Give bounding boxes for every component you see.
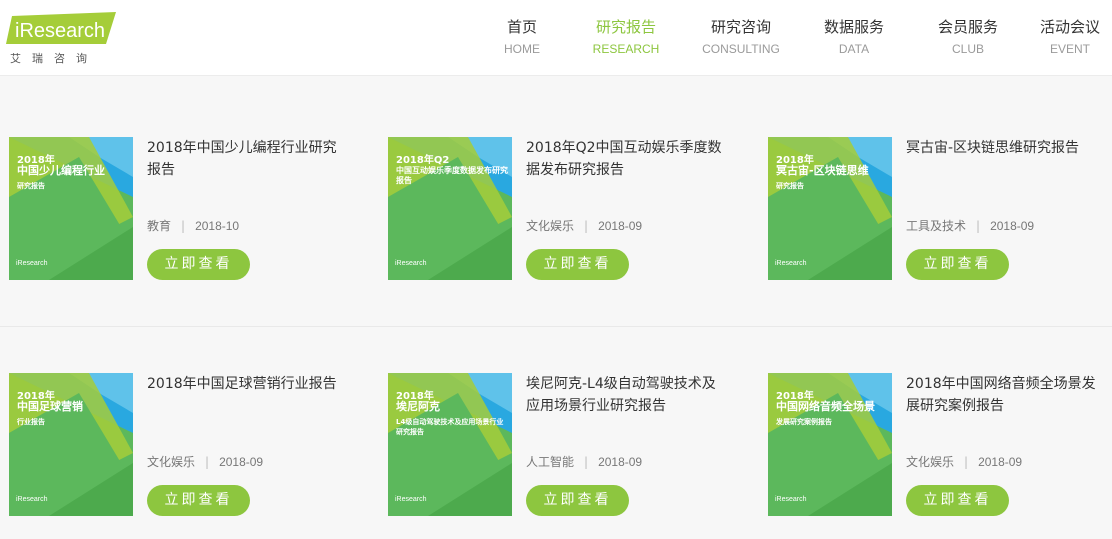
report-category: 教育 — [147, 219, 172, 233]
nav-event[interactable]: 活动会议 EVENT — [1030, 17, 1110, 57]
nav-data-label: 数据服务 — [823, 18, 884, 36]
cover-title: 中国少儿编程行业 — [17, 164, 105, 177]
report-date: 2018-09 — [598, 219, 643, 233]
nav-club[interactable]: 会员服务 CLUB — [928, 17, 1008, 57]
report-category: 文化娱乐 — [526, 219, 575, 233]
view-report-button[interactable]: 立即查看 — [147, 485, 250, 516]
report-meta: 文化娱乐 | 2018-09 — [526, 217, 642, 234]
nav-data[interactable]: 数据服务 DATA — [814, 17, 894, 57]
nav-research-label: 研究报告 — [595, 18, 656, 36]
report-card: 2018年 中国网络音频全场景 发展研究案例报告 iResearch 2018年… — [768, 373, 1112, 518]
nav-consulting[interactable]: 研究咨询 CONSULTING — [696, 17, 786, 57]
row-divider — [0, 326, 1112, 327]
nav-home-label: 首页 — [506, 18, 537, 36]
cover-subtitle: 研究报告 — [776, 182, 804, 190]
view-report-button[interactable]: 立即查看 — [526, 249, 629, 280]
cover-subtitle: 行业报告 — [17, 418, 45, 426]
cover-title: 冥古宙-区块链思维 — [776, 164, 869, 177]
report-date: 2018-09 — [978, 455, 1023, 469]
nav-event-label: 活动会议 — [1039, 18, 1100, 36]
meta-separator: | — [205, 455, 210, 469]
report-meta: 人工智能 | 2018-09 — [526, 453, 642, 470]
report-meta: 工具及技术 | 2018-09 — [906, 217, 1034, 234]
meta-separator: | — [584, 455, 589, 469]
report-date: 2018-10 — [195, 219, 240, 233]
report-cover[interactable]: 2018年 中国足球营销 行业报告 iResearch — [9, 373, 133, 516]
nav-event-sub: EVENT — [1049, 42, 1090, 56]
nav-home-sub: HOME — [504, 42, 540, 56]
view-report-button[interactable]: 立即查看 — [906, 249, 1009, 280]
nav-home[interactable]: 首页 HOME — [492, 17, 552, 57]
cover-brand: iResearch — [395, 496, 427, 503]
cover-subtitle: 中国互动娱乐季度数据发布研究报告 — [396, 166, 508, 185]
nav-consulting-label: 研究咨询 — [710, 18, 771, 36]
report-info: 2018年中国足球营销行业报告 文化娱乐 | 2018-09 立即查看 — [147, 373, 347, 518]
report-title-link[interactable]: 冥古宙-区块链思维研究报告 — [906, 137, 1102, 159]
logo-text: iResearch — [15, 20, 106, 42]
report-card: 2018年 冥古宙-区块链思维 研究报告 iResearch 冥古宙-区块链思维… — [768, 137, 1112, 282]
cover-brand: iResearch — [775, 496, 807, 503]
report-cover[interactable]: 2018年 埃尼阿克 L4级自动驾驶技术及应用场景行业研究报告 iResearc… — [388, 373, 512, 516]
report-info: 2018年Q2中国互动娱乐季度数据发布研究报告 文化娱乐 | 2018-09 立即查… — [526, 137, 726, 282]
report-title-link[interactable]: 2018年中国足球营销行业报告 — [147, 373, 343, 395]
meta-separator: | — [181, 219, 186, 233]
cover-brand: iResearch — [16, 260, 48, 267]
nav-research[interactable]: 研究报告 RESEARCH — [586, 17, 666, 57]
report-card: 2018年 埃尼阿克 L4级自动驾驶技术及应用场景行业研究报告 iResearc… — [388, 373, 748, 518]
report-info: 冥古宙-区块链思维研究报告 工具及技术 | 2018-09 立即查看 — [906, 137, 1106, 282]
cover-brand: iResearch — [775, 260, 807, 267]
report-title-link[interactable]: 2018年Q2中国互动娱乐季度数据发布研究报告 — [526, 137, 722, 181]
cover-brand: iResearch — [395, 260, 427, 267]
report-cover[interactable]: 2018年Q2 中国互动娱乐季度数据发布研究报告 iResearch — [388, 137, 512, 280]
cover-subtitle: 发展研究案例报告 — [776, 418, 832, 426]
meta-separator: | — [976, 219, 981, 233]
view-report-button[interactable]: 立即查看 — [526, 485, 629, 516]
report-cover[interactable]: 2018年 冥古宙-区块链思维 研究报告 iResearch — [768, 137, 892, 280]
cover-title: 埃尼阿克 — [396, 400, 440, 413]
report-info: 埃尼阿克-L4级自动驾驶技术及应用场景行业研究报告 人工智能 | 2018-09 立… — [526, 373, 726, 518]
report-title-link[interactable]: 2018年中国少儿编程行业研究报告 — [147, 137, 343, 181]
report-info: 2018年中国网络音频全场景发展研究案例报告 文化娱乐 | 2018-09 立即查看 — [906, 373, 1106, 518]
report-category: 工具及技术 — [906, 219, 967, 233]
report-cover[interactable]: 2018年 中国少儿编程行业 研究报告 iResearch — [9, 137, 133, 280]
meta-separator: | — [964, 455, 969, 469]
report-date: 2018-09 — [598, 455, 643, 469]
report-meta: 文化娱乐 | 2018-09 — [147, 453, 263, 470]
cover-subtitle: L4级自动驾驶技术及应用场景行业研究报告 — [396, 418, 504, 436]
report-meta: 教育 | 2018-10 — [147, 217, 239, 234]
nav-club-sub: CLUB — [951, 42, 984, 56]
iresearch-logo[interactable]: iResearch 艾瑞咨询 — [6, 10, 121, 66]
nav-data-sub: DATA — [838, 42, 870, 56]
cover-year: 2018年Q2 — [396, 155, 450, 166]
nav-club-label: 会员服务 — [937, 18, 998, 36]
report-card: 2018年 中国少儿编程行业 研究报告 iResearch 2018年中国少儿编… — [9, 137, 369, 282]
report-date: 2018-09 — [219, 455, 264, 469]
report-category: 文化娱乐 — [147, 455, 196, 469]
view-report-button[interactable]: 立即查看 — [147, 249, 250, 280]
report-card: 2018年 中国足球营销 行业报告 iResearch 2018年中国足球营销行… — [9, 373, 369, 518]
report-title-link[interactable]: 2018年中国网络音频全场景发展研究案例报告 — [906, 373, 1102, 417]
report-date: 2018-09 — [990, 219, 1035, 233]
report-meta: 文化娱乐 | 2018-09 — [906, 453, 1022, 470]
report-category: 文化娱乐 — [906, 455, 955, 469]
nav-research-sub: RESEARCH — [592, 42, 660, 56]
site-header: iResearch 艾瑞咨询 首页 HOME 研究报告 RESEARCH 研究咨… — [0, 0, 1112, 76]
report-card: 2018年Q2 中国互动娱乐季度数据发布研究报告 iResearch 2018年… — [388, 137, 748, 282]
cover-brand: iResearch — [16, 496, 48, 503]
nav-consulting-sub: CONSULTING — [702, 42, 780, 56]
report-info: 2018年中国少儿编程行业研究报告 教育 | 2018-10 立即查看 — [147, 137, 347, 282]
cover-title: 中国网络音频全场景 — [776, 400, 875, 413]
report-cover[interactable]: 2018年 中国网络音频全场景 发展研究案例报告 iResearch — [768, 373, 892, 516]
view-report-button[interactable]: 立即查看 — [906, 485, 1009, 516]
cover-title: 中国足球营销 — [17, 400, 83, 413]
cover-subtitle: 研究报告 — [17, 182, 45, 190]
logo-subtitle: 艾瑞咨询 — [10, 52, 98, 65]
report-title-link[interactable]: 埃尼阿克-L4级自动驾驶技术及应用场景行业研究报告 — [526, 373, 722, 417]
meta-separator: | — [584, 219, 589, 233]
report-category: 人工智能 — [526, 455, 575, 469]
